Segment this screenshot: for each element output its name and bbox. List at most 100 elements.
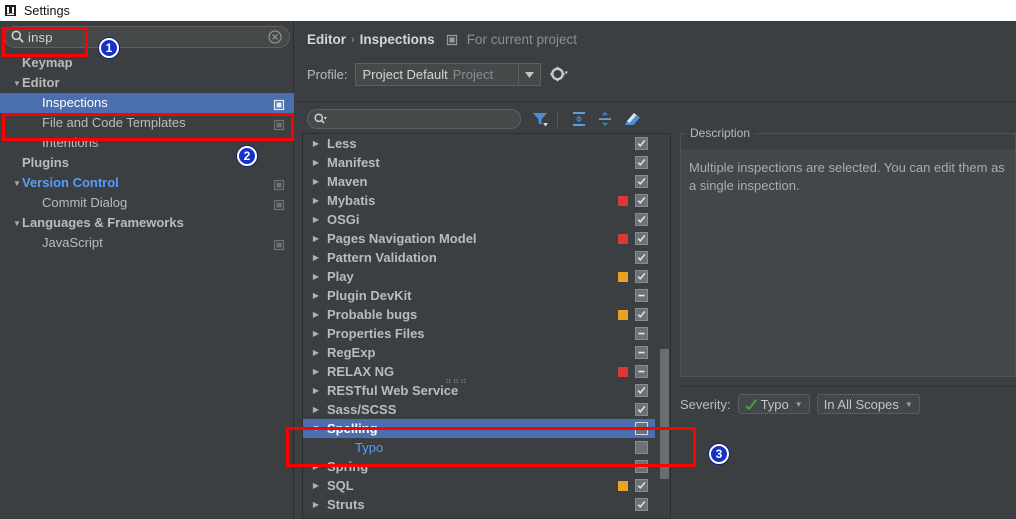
- project-scope-icon: [446, 34, 458, 46]
- chevron-down-icon: ▼: [13, 219, 21, 228]
- chevron-down-icon[interactable]: ▼: [795, 400, 803, 409]
- tree-row-checkbox[interactable]: [635, 213, 648, 226]
- profile-gear-button[interactable]: [549, 65, 569, 85]
- chevron-right-icon[interactable]: ▶: [310, 305, 322, 324]
- collapse-all-button[interactable]: [594, 109, 616, 129]
- chevron-right-icon[interactable]: ▶: [310, 324, 322, 343]
- chevron-right-icon[interactable]: ▶: [310, 495, 322, 514]
- tree-scrollbar-thumb[interactable]: [660, 349, 669, 479]
- chevron-right-icon[interactable]: ▶: [310, 476, 322, 495]
- inspection-search-input[interactable]: [307, 109, 521, 129]
- expand-all-button[interactable]: [568, 109, 590, 129]
- tree-row[interactable]: ▶ Struts: [303, 495, 655, 514]
- chevron-right-icon[interactable]: ▶: [310, 457, 322, 476]
- tree-row[interactable]: ▶ Sass/SCSS: [303, 400, 655, 419]
- chevron-right-icon[interactable]: ▶: [310, 267, 322, 286]
- tree-row[interactable]: ▶ Probable bugs: [303, 305, 655, 324]
- tree-row-checkbox[interactable]: [635, 422, 648, 435]
- severity-dropdown[interactable]: Typo ▼: [737, 394, 810, 414]
- chevron-down-icon[interactable]: ▼: [905, 400, 913, 409]
- sidebar-item-javascript[interactable]: JavaScript: [0, 233, 294, 253]
- tree-row[interactable]: ▶ Properties Files: [303, 324, 655, 343]
- tree-row-checkbox[interactable]: [635, 194, 648, 207]
- sidebar-item-keymap[interactable]: Keymap: [0, 53, 294, 73]
- tree-row-checkbox[interactable]: [635, 175, 648, 188]
- breadcrumb-part-inspections[interactable]: Inspections: [360, 32, 435, 47]
- sidebar-item-file-and-code-templates[interactable]: File and Code Templates: [0, 113, 294, 133]
- chevron-right-icon[interactable]: ▶: [310, 229, 322, 248]
- chevron-down-icon[interactable]: [518, 64, 540, 85]
- tree-row-checkbox[interactable]: [635, 498, 648, 511]
- chevron-right-icon[interactable]: ▶: [310, 153, 322, 172]
- tree-row[interactable]: ▶ Less: [303, 134, 655, 153]
- tree-row-checkbox[interactable]: [635, 327, 648, 340]
- chevron-right-icon[interactable]: ▶: [310, 210, 322, 229]
- tree-row-checkbox[interactable]: [635, 251, 648, 264]
- chevron-right-icon[interactable]: ▶: [310, 343, 322, 362]
- severity-swatch: [618, 310, 628, 320]
- tree-row[interactable]: ▶ Manifest: [303, 153, 655, 172]
- sidebar-item-inspections[interactable]: Inspections: [0, 93, 294, 113]
- tree-row-typo[interactable]: Typo: [303, 438, 655, 457]
- chevron-right-icon[interactable]: ▶: [310, 362, 322, 381]
- tree-row-checkbox[interactable]: [635, 232, 648, 245]
- tree-row-checkbox[interactable]: [635, 365, 648, 378]
- tree-row[interactable]: ▶ Play: [303, 267, 655, 286]
- chevron-right-icon[interactable]: ▶: [310, 134, 322, 153]
- search-dropdown-icon[interactable]: [313, 112, 328, 127]
- chevron-right-icon[interactable]: ▶: [310, 286, 322, 305]
- tree-row-checkbox[interactable]: [635, 270, 648, 283]
- tree-row-checkbox[interactable]: [635, 346, 648, 359]
- tree-row-checkbox[interactable]: [635, 460, 648, 473]
- tree-row-label: Probable bugs: [327, 307, 418, 322]
- tree-row-spelling[interactable]: ▼ Spelling: [303, 419, 655, 438]
- tree-scrollbar[interactable]: [659, 134, 670, 518]
- chevron-right-icon[interactable]: ▶: [310, 381, 322, 400]
- clear-icon[interactable]: [268, 30, 282, 44]
- sidebar-item-label: Keymap: [22, 55, 73, 70]
- sidebar-item-languages-and-frameworks[interactable]: ▼Languages & Frameworks: [0, 213, 294, 233]
- tree-row-checkbox[interactable]: [635, 156, 648, 169]
- tree-row-label: RELAX NG: [327, 364, 395, 379]
- window-titlebar: Settings: [0, 0, 1016, 21]
- inspections-pane: Editor › Inspections For current project…: [295, 21, 1016, 519]
- tree-row[interactable]: ▶ Pattern Validation: [303, 248, 655, 267]
- tree-row[interactable]: ▶ SQL: [303, 476, 655, 495]
- sidebar-item-version-control[interactable]: ▼Version Control: [0, 173, 294, 193]
- tree-row[interactable]: ▶ Mybatis: [303, 191, 655, 210]
- tree-row[interactable]: ▶ Pages Navigation Model: [303, 229, 655, 248]
- tree-row-label: Manifest: [327, 155, 380, 170]
- sidebar-item-commit-dialog[interactable]: Commit Dialog: [0, 193, 294, 213]
- tree-row[interactable]: ▶ Spring: [303, 457, 655, 476]
- sidebar-item-editor[interactable]: ▼Editor: [0, 73, 294, 93]
- tree-row-label: Pattern Validation: [327, 250, 437, 265]
- chevron-down-icon[interactable]: ▼: [310, 419, 322, 438]
- tree-row-checkbox[interactable]: [635, 403, 648, 416]
- tree-row-checkbox[interactable]: [635, 479, 648, 492]
- profile-combobox[interactable]: Project Default Project: [355, 63, 542, 86]
- tree-row-checkbox[interactable]: [635, 441, 648, 454]
- tree-row[interactable]: ▶ Plugin DevKit: [303, 286, 655, 305]
- chevron-right-icon[interactable]: ▶: [310, 400, 322, 419]
- chevron-right-icon[interactable]: ▶: [310, 172, 322, 191]
- profile-row: Profile: Project Default Project: [307, 63, 569, 86]
- tree-row-label: RegExp: [327, 345, 376, 360]
- tree-row-checkbox[interactable]: [635, 308, 648, 321]
- tree-row-label: OSGi: [327, 212, 360, 227]
- inspection-tree[interactable]: ▶ Less ▶ Manifest ▶ Maven ▶ Mybatis ▶ OSGi ▶ P…: [302, 133, 671, 519]
- tree-row[interactable]: ▶ Maven: [303, 172, 655, 191]
- splitter-handle[interactable]: ⣿⣿⣿: [445, 378, 485, 384]
- typo-severity-icon: [744, 398, 757, 411]
- settings-search-field[interactable]: insp: [4, 26, 290, 48]
- tree-row[interactable]: ▶ RegExp: [303, 343, 655, 362]
- reset-button[interactable]: [620, 109, 642, 129]
- tree-row-checkbox[interactable]: [635, 289, 648, 302]
- tree-row[interactable]: ▶ OSGi: [303, 210, 655, 229]
- filter-button[interactable]: [529, 109, 551, 129]
- chevron-right-icon[interactable]: ▶: [310, 248, 322, 267]
- tree-row-checkbox[interactable]: [635, 384, 648, 397]
- chevron-right-icon[interactable]: ▶: [310, 191, 322, 210]
- scope-dropdown[interactable]: In All Scopes ▼: [816, 394, 920, 414]
- tree-row-checkbox[interactable]: [635, 137, 648, 150]
- breadcrumb-part-editor[interactable]: Editor: [307, 32, 346, 47]
